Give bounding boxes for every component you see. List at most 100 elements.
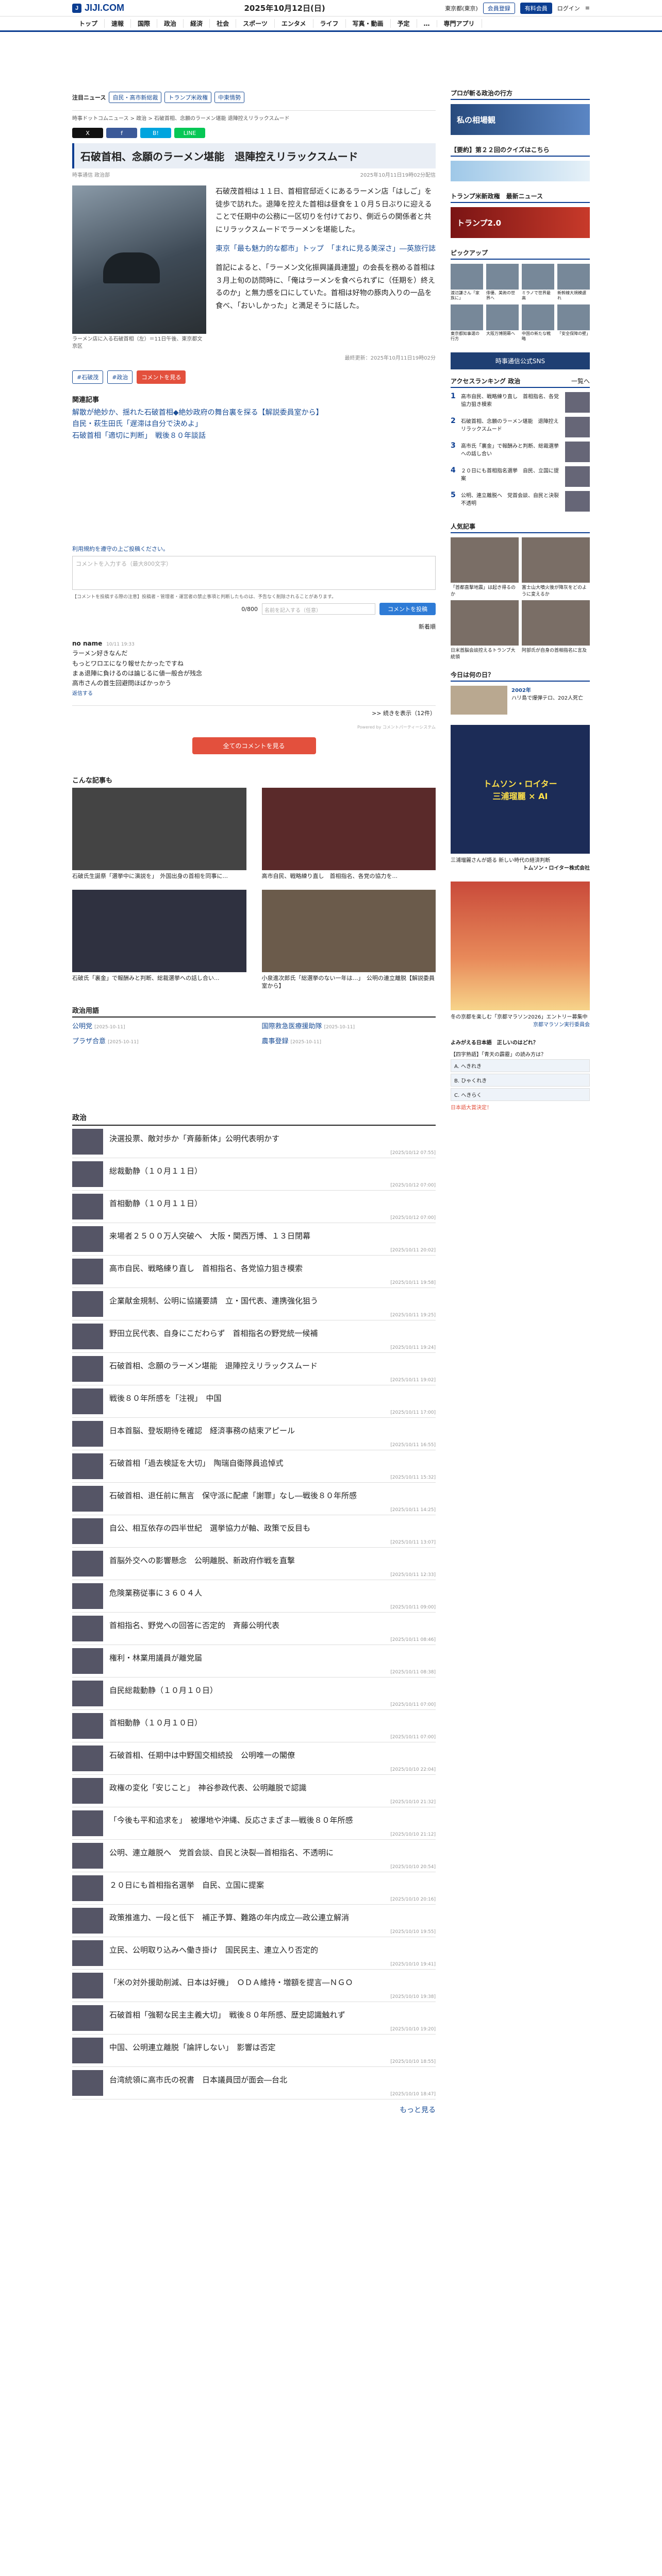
politics-list-item[interactable]: 首相指名、野党への回答に否定的 斉藤公明代表 [2025/10/11 08:46] bbox=[72, 1613, 436, 1646]
tag-button-politics[interactable]: #政治 bbox=[107, 370, 133, 384]
glossary-item[interactable]: 農事登録 [2025-10-11] bbox=[262, 1036, 436, 1045]
recommend-card[interactable]: 小泉進次郎氏「総選挙のない一年は…」 公明の連立離脱【解説委員室から】 bbox=[261, 889, 436, 990]
poll-option[interactable]: C. へきらく bbox=[451, 1088, 590, 1101]
politics-list-item[interactable]: 企業献金規制、公明に協議要請 立・国代表、連携強化狙う [2025/10/11 1… bbox=[72, 1288, 436, 1321]
name-input[interactable]: 名前を記入する（任意） bbox=[262, 603, 375, 615]
politics-list-item[interactable]: 総裁動静（１０月１１日） [2025/10/12 07:00] bbox=[72, 1158, 436, 1191]
share-line-button[interactable]: LINE bbox=[174, 128, 205, 138]
politics-list-item[interactable]: 危険業務従事に３６０４人 [2025/10/11 09:00] bbox=[72, 1580, 436, 1613]
all-comments-button[interactable]: 全てのコメントを見る bbox=[192, 737, 316, 755]
comment-textarea[interactable]: コメントを入力する（最大800文字） bbox=[72, 556, 436, 590]
politics-list-item[interactable]: 自民総裁動静（１０月１０日） [2025/10/11 07:00] bbox=[72, 1677, 436, 1710]
pickup-item[interactable]: 大阪万博閉幕へ bbox=[486, 304, 519, 342]
politics-list-item[interactable]: 石破首相、任期中は中野国交相続投 公明唯一の閣僚 [2025/10/10 22:0… bbox=[72, 1742, 436, 1775]
recommend-card[interactable]: 石破氏「裏金」で報酬みと判断、総裁選挙への話し合い... bbox=[72, 889, 246, 990]
site-logo[interactable]: J JIJI.COM bbox=[72, 3, 124, 13]
popular-item[interactable]: 富士山大噴火後が降灰をどのように変えるか bbox=[522, 537, 590, 597]
politics-list-item[interactable]: 石破首相、退任前に無言 保守派に配慮「謝罪」なし―戦後８０年所感 [2025/10… bbox=[72, 1483, 436, 1516]
register-link[interactable]: 会員登録 bbox=[483, 2, 515, 14]
nav-more[interactable]: … bbox=[417, 20, 437, 27]
politics-list-item[interactable]: 政権の変化「安じこと」 神谷参政代表、公明離脱で認識 [2025/10/10 21… bbox=[72, 1775, 436, 1808]
trump-banner[interactable]: トランプ2.0 bbox=[451, 207, 590, 238]
ranking-more[interactable]: 一覧へ bbox=[571, 377, 590, 385]
recommend-card[interactable]: 高市自民、戦略練り直し 首相指名、各党の協力を... bbox=[261, 788, 436, 880]
view-comments-button[interactable]: コメントを見る bbox=[137, 370, 186, 384]
breadcrumb[interactable]: 時事ドットコムニュース > 政治 > 石破首相、念願のラーメン堪能 退陣控えリラ… bbox=[72, 110, 436, 125]
politics-list-item[interactable]: 首相動静（１０月１０日） [2025/10/11 07:00] bbox=[72, 1710, 436, 1743]
glossary-item[interactable]: 公明党 [2025-10-11] bbox=[72, 1021, 246, 1030]
politics-list-item[interactable]: 決選投票、敵対歩か「斉藤新体」公明代表明かす [2025/10/12 07:55] bbox=[72, 1126, 436, 1159]
nav-schedule[interactable]: 予定 bbox=[391, 19, 417, 28]
politics-list-item[interactable]: 日本首脳、登坂期待を確認 経済事務の結束アピール [2025/10/11 16:5… bbox=[72, 1418, 436, 1451]
politics-list-item[interactable]: 公明、連立離脱へ 党首会談、自民と決裂―首相指名、不透明に [2025/10/10… bbox=[72, 1840, 436, 1873]
politics-list-item[interactable]: 戦後８０年所感を「注視」 中国 [2025/10/11 17:00] bbox=[72, 1385, 436, 1418]
poll-option[interactable]: A. へきれき bbox=[451, 1059, 590, 1072]
politics-list-item[interactable]: 石破首相「強靭な民主主義大切」 戦後８０年所感、歴史認識触れず [2025/10/… bbox=[72, 2002, 436, 2035]
tag-mideast[interactable]: 中東情勢 bbox=[214, 92, 245, 103]
sort-select[interactable]: 新着順 bbox=[419, 623, 436, 630]
popular-item[interactable]: 阿部氏が自身の首相指名に言及 bbox=[522, 600, 590, 660]
ranking-item[interactable]: 4 ２０日にも首相指名選挙 自民、立国に提案 bbox=[451, 466, 590, 487]
nav-entertainment[interactable]: エンタメ bbox=[275, 19, 313, 28]
nav-politics[interactable]: 政治 bbox=[157, 19, 184, 28]
ad-banner[interactable]: トムソン・ロイター 三浦瑠麗 × AI bbox=[451, 724, 590, 854]
nav-society[interactable]: 社会 bbox=[210, 19, 237, 28]
ranking-item[interactable]: 2 石破首相、念願のラーメン堪能 退陣控えリラックスムード bbox=[451, 416, 590, 437]
politics-list-item[interactable]: 来場者２５００万人突破へ 大阪・関西万博、１３日閉幕 [2025/10/11 20… bbox=[72, 1223, 436, 1256]
today-text[interactable]: ハリ島で爆弾テロ、202人死亡 bbox=[511, 693, 583, 701]
tag-trump[interactable]: トランプ米政権 bbox=[164, 92, 212, 103]
ranking-item[interactable]: 3 高市氏「裏金」で報酬みと判断、総裁選挙への話し合い bbox=[451, 441, 590, 462]
nav-apps[interactable]: 専門アプリ bbox=[437, 19, 482, 28]
nav-life[interactable]: ライフ bbox=[313, 19, 346, 28]
inline-related-link[interactable]: 東京「最も魅力的な都市」トップ 「まれに見る美深さ」―英旅行誌 bbox=[216, 243, 436, 255]
poll-result-link[interactable]: 日本語大賞決定！ bbox=[451, 1103, 590, 1111]
related-link[interactable]: 自民・萩生田氏「遅滞は自分で決めよ」 bbox=[72, 418, 436, 430]
pickup-item[interactable]: 新幹線大規模遅れ bbox=[557, 264, 590, 301]
pickup-item[interactable]: 「安全保障の壁」 bbox=[557, 304, 590, 342]
nav-sports[interactable]: スポーツ bbox=[236, 19, 275, 28]
politics-list-item[interactable]: ２０日にも首相指名選挙 自民、立国に提案 [2025/10/10 20:16] bbox=[72, 1872, 436, 1905]
politics-list-item[interactable]: 首脳外交への影響懸念 公明離脱、新政府作戦を直撃 [2025/10/11 12:3… bbox=[72, 1548, 436, 1581]
pickup-item[interactable]: ミラノで世界最高 bbox=[522, 264, 554, 301]
politics-list-item[interactable]: 台湾統領に高市氏の祝書 日本議員団が面会―台北 [2025/10/10 18:47… bbox=[72, 2067, 436, 2100]
politics-list-item[interactable]: 権利・林業用議員が離党届 [2025/10/11 08:38] bbox=[72, 1645, 436, 1678]
pickup-item[interactable]: 東京都知事選の行方 bbox=[451, 304, 483, 342]
politics-list-item[interactable]: 石破首相、念願のラーメン堪能 退陣控えリラックスムード [2025/10/11 1… bbox=[72, 1353, 436, 1386]
pickup-item[interactable]: 俳優、美術の世界へ bbox=[486, 264, 519, 301]
sns-button[interactable]: 時事通信公式SNS bbox=[451, 352, 590, 369]
poll-option[interactable]: B. ひゃくれき bbox=[451, 1073, 590, 1087]
login-link[interactable]: ログイン bbox=[557, 4, 580, 12]
politics-list-item[interactable]: 石破首相「過去検証を大切」 陶瑞自衛隊員追悼式 [2025/10/11 15:32… bbox=[72, 1450, 436, 1483]
more-politics-link[interactable]: もっと見る bbox=[72, 2105, 436, 2115]
politics-list-item[interactable]: 野田立民代表、自身にこだわらず 首相指名の野党統一候補 [2025/10/11 1… bbox=[72, 1320, 436, 1353]
weather[interactable]: 東京都(東京) bbox=[445, 4, 478, 12]
glossary-item[interactable]: 国際救急医療援助隊 [2025-10-11] bbox=[262, 1021, 436, 1030]
politics-list-item[interactable]: 立民、公明取り込みへ働き掛け 国民民主、連立入り否定的 [2025/10/10 1… bbox=[72, 1937, 436, 1970]
share-hatena-button[interactable]: B! bbox=[140, 128, 171, 138]
recommend-card[interactable]: 石破氏生誕祭「選挙中に演説を」 外国出身の首相を同事に... bbox=[72, 788, 246, 880]
marathon-link[interactable]: 京都マラソン実行委員会 bbox=[451, 1020, 590, 1028]
tag-button-ishiba[interactable]: #石破茂 bbox=[72, 370, 104, 384]
politics-list-item[interactable]: 「米の対外援助削減、日本は好機」 ＯＤＡ維持・増額を提言―ＮＧＯ [2025/10… bbox=[72, 1970, 436, 2003]
politics-list-item[interactable]: 首相動静（１０月１１日） [2025/10/12 07:00] bbox=[72, 1191, 436, 1224]
nav-flash[interactable]: 速報 bbox=[105, 19, 131, 28]
share-facebook-button[interactable]: f bbox=[106, 128, 137, 138]
quiz-heading[interactable]: 【要約】第２２回のクイズはこちら bbox=[451, 145, 590, 157]
ranking-item[interactable]: 5 公明、連立離脱へ 党首会談、自民と決裂 不透明 bbox=[451, 490, 590, 512]
pickup-item[interactable]: 渡辺謙さん「家族に」 bbox=[451, 264, 483, 301]
pickup-item[interactable]: 中国の新たな戦略 bbox=[522, 304, 554, 342]
column-banner[interactable]: 私の相場観 bbox=[451, 104, 590, 135]
popular-item[interactable]: 日米首脳会談控えるトランプ大統領 bbox=[451, 600, 519, 660]
nav-economy[interactable]: 経済 bbox=[184, 19, 210, 28]
share-x-button[interactable]: X bbox=[72, 128, 103, 138]
politics-list-item[interactable]: 自公、相互依存の四半世紀 選挙協力が軸、政策で反目も [2025/10/11 13… bbox=[72, 1515, 436, 1548]
terms-link[interactable]: 利用規約を遵守の上ご投稿ください。 bbox=[72, 546, 169, 552]
related-link[interactable]: 石破首相「適切に判断」 戦後８０年談話 bbox=[72, 430, 436, 442]
post-comment-button[interactable]: コメントを投稿 bbox=[379, 603, 436, 616]
politics-list-item[interactable]: 「今後も平和追求を」 被爆地や沖縄、反応さまざま―戦後８０年所感 [2025/10… bbox=[72, 1807, 436, 1840]
nav-photo[interactable]: 写真・動画 bbox=[346, 19, 391, 28]
politics-list-item[interactable]: 高市自民、戦略練り直し 首相指名、各党協力狙き模索 [2025/10/11 19:… bbox=[72, 1256, 436, 1289]
tag-jimin[interactable]: 自民・高市新総裁 bbox=[109, 92, 162, 103]
nav-international[interactable]: 国際 bbox=[131, 19, 158, 28]
menu-icon[interactable]: ≡ bbox=[585, 5, 590, 11]
